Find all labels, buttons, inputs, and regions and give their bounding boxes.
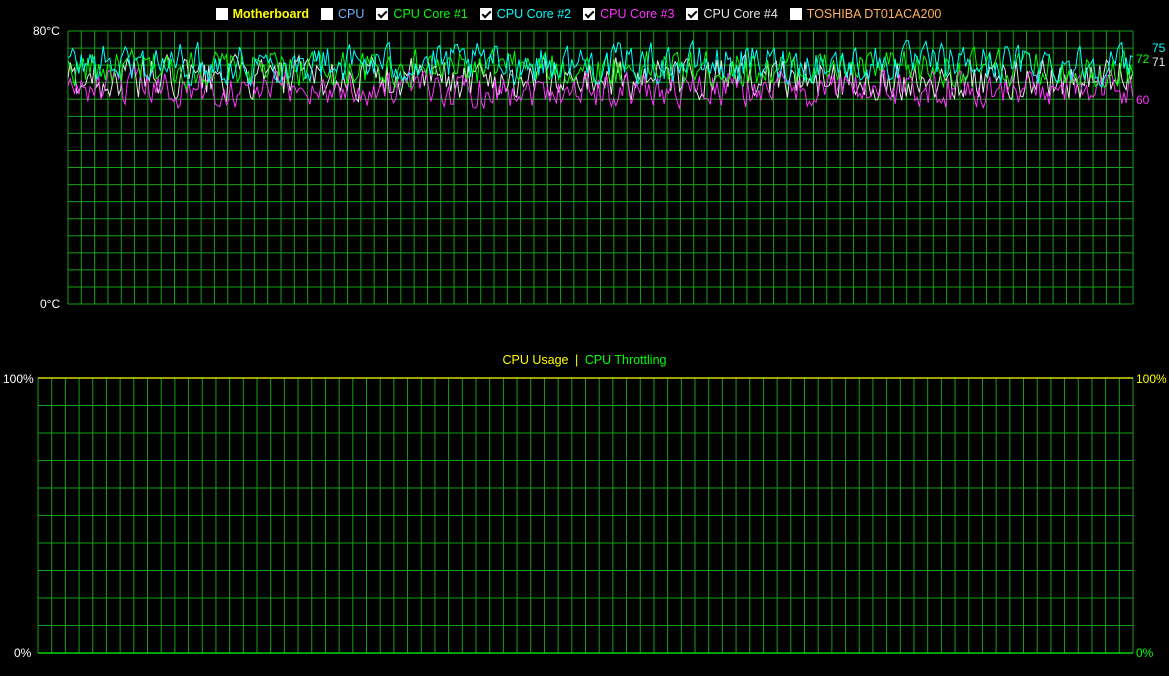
charts-canvas xyxy=(37,30,1134,654)
